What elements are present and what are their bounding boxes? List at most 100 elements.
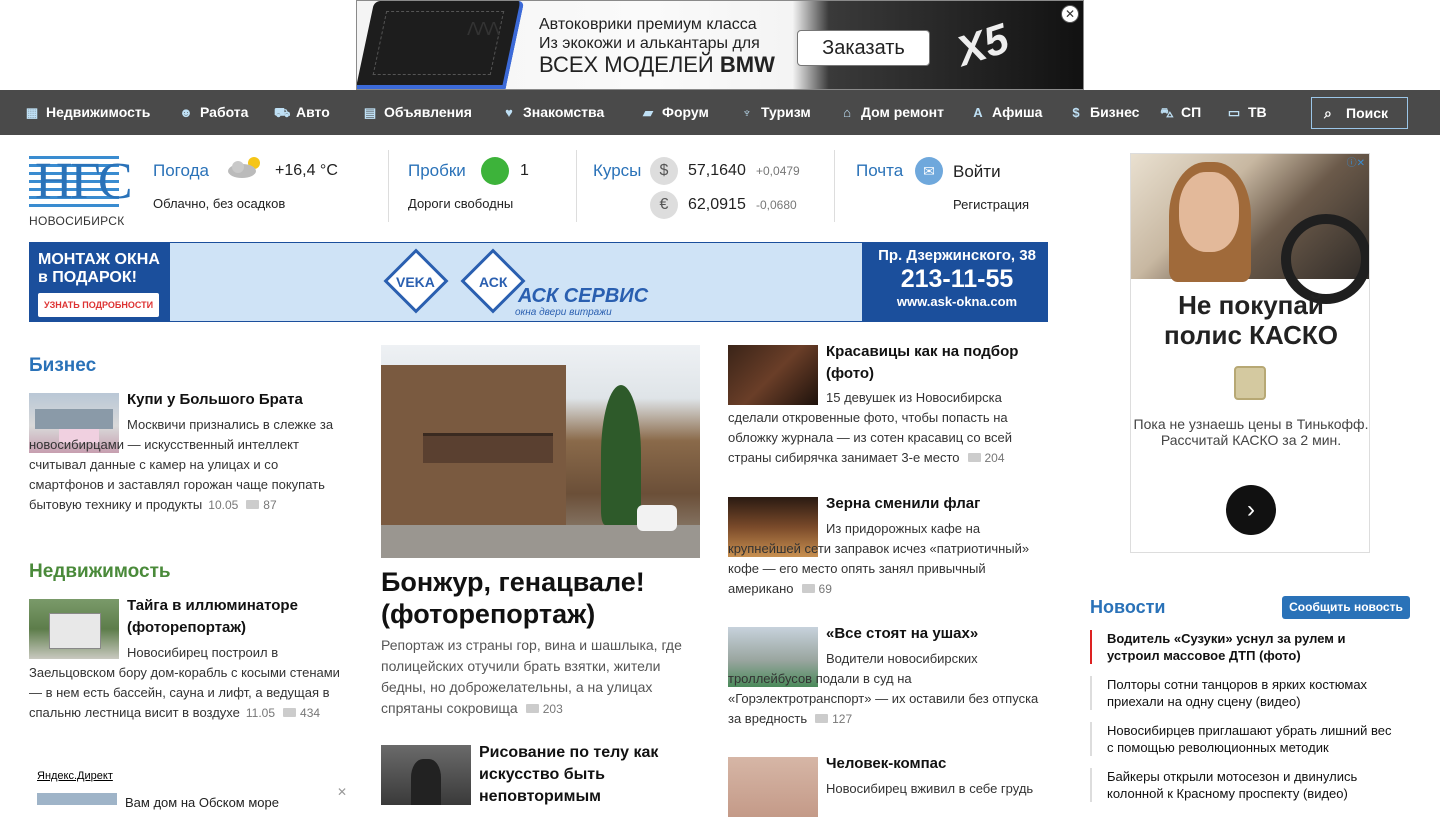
traffic-link[interactable]: Пробки [408,161,466,181]
nav-item-6[interactable]: ♆ Туризм [739,90,811,135]
worker-icon: ☻ [179,105,193,120]
tree-shape [601,385,641,525]
nav-item-11[interactable]: ▭ ТВ [1226,90,1267,135]
nav-item-0[interactable]: ▦ Недвижимость [24,90,150,135]
yandex-direct-label[interactable]: Яндекс.Директ [37,770,113,782]
business-comments[interactable]: 87 [263,498,276,512]
car-mat-image [357,1,525,89]
coin-icon: $ [1072,105,1080,120]
ad-site: www.ask-okna.com [896,294,1018,309]
story-comments[interactable]: 69 [819,582,832,596]
nav-item-9[interactable]: $ Бизнес [1068,90,1139,135]
balcony-shape [423,433,553,463]
woman-driver-image [1131,154,1369,304]
main-story-comments[interactable]: 203 [543,702,563,716]
business-section-title[interactable]: Бизнес [29,355,96,377]
direct-thumbnail[interactable] [37,793,117,805]
nav-item-1[interactable]: ☻ Работа [178,90,248,135]
ad-logo: ᐱᐱᐱ [467,19,500,39]
realty-comments[interactable]: 434 [300,706,320,720]
ad-brand: BMW [719,52,775,77]
realty-date: 11.05 [245,706,276,720]
comment-icon [815,714,829,723]
newspaper-icon: ▤ [363,105,377,120]
story-headline[interactable]: Красавицы как на подбор (фото) [826,341,1051,385]
story-headline[interactable]: «Все стоят на ушах» [826,623,1051,645]
business-text: Москвичи признались в слежке за новосиби… [29,415,349,515]
news-item[interactable]: Байкеры открыли мотосезон и двинулись ко… [1090,768,1400,802]
divider [834,150,835,222]
login-link[interactable]: Войти [953,162,1001,182]
business-date: 10.05 [208,498,239,512]
nav-item-2[interactable]: ⛟ Авто [274,90,330,135]
mail-link[interactable]: Почта [856,161,903,181]
ad-text: Автоковрики премиум класса Из экокожи и … [539,15,775,77]
news-section-title[interactable]: Новости [1090,597,1165,618]
story-comments[interactable]: 204 [985,451,1005,465]
ad-line-2: Из экокожи и алькантары для [539,35,760,52]
nav-item-5[interactable]: ▰ Форум [640,90,709,135]
second-story-headline[interactable]: Рисование по телу как искусство быть неп… [479,742,689,808]
story-text-body: Новосибирец вживил в себе грудь [826,781,1034,796]
ask-brand: АСК СЕРВИС [518,285,649,307]
nav-item-3[interactable]: ▤ Объявления [362,90,472,135]
main-story-headline[interactable]: Бонжур, генацвале! (фоторепортаж) [381,566,701,630]
close-icon[interactable]: ✕ [1061,5,1079,23]
top-banner-ad[interactable]: ᐱᐱᐱ Автоковрики премиум класса Из экокож… [356,0,1084,90]
windows-banner-ad[interactable]: МОНТАЖ ОКНА в ПОДАРОК! УЗНАТЬ ПОДРОБНОСТ… [29,242,1048,322]
city-name: НОВОСИБИРСК [29,214,125,228]
realty-section-title[interactable]: Недвижимость [29,561,171,583]
business-headline[interactable]: Купи у Большого Брата [127,389,347,411]
weather-link[interactable]: Погода [153,161,209,181]
story-comments[interactable]: 127 [832,712,852,726]
tv-icon: ▭ [1227,105,1241,120]
veka-label: VEKA [396,274,435,290]
ngs-logo[interactable]: НГС [29,154,133,210]
news-item[interactable]: Водитель «Сузуки» уснул за рулем и устро… [1090,630,1400,664]
realty-headline[interactable]: Тайга в иллюминаторе (фоторепортаж) [127,595,347,639]
main-nav: ▦ Недвижимость ☻ Работа ⛟ Авто ▤ Объявления ♥ Зна… [0,90,1440,135]
details-button[interactable]: УЗНАТЬ ПОДРОБНОСТИ [38,293,160,317]
dollar-icon: $ [650,157,678,185]
second-story-thumbnail[interactable] [381,745,471,805]
nav-item-8[interactable]: A Афиша [970,90,1042,135]
adchoices-icon[interactable]: ⓘ✕ [1347,154,1365,169]
logo-letters: НГС [35,153,133,210]
comment-icon [525,704,539,713]
order-button[interactable]: Заказать [797,30,930,66]
report-news-button[interactable]: Сообщить новость [1282,596,1410,619]
comment-icon [283,708,297,717]
close-icon[interactable]: ✕ [337,785,347,799]
model-badge: X5 [950,14,1015,75]
usd-rate: 57,1640 [688,162,746,179]
palm-icon: ♆ [742,105,752,120]
traffic-desc: Дороги свободны [408,196,514,211]
car-icon: ⛟ [274,105,291,120]
nav-item-4[interactable]: ♥ Знакомства [501,90,604,135]
euro-icon: € [650,191,678,219]
traffic-indicator-icon [481,157,509,185]
story-headline[interactable]: Зерна сменили флаг [826,493,1051,515]
ad-description: Пока не узнаешь цены в Тинькофф. Рассчит… [1133,416,1369,448]
side-banner-ad[interactable]: ⓘ✕ Не покупай полис КАСКО Пока не узнаешь… [1130,153,1370,553]
nav-item-7[interactable]: ⌂ Дом ремонт [839,90,944,135]
nav-item-label: Афиша [992,104,1043,120]
news-item[interactable]: Новосибирцев приглашают убрать лишний ве… [1090,722,1400,756]
main-story-text: Репортаж из страны гор, вина и шашлыка, … [381,635,706,720]
rates-link[interactable]: Курсы [593,161,641,181]
news-item[interactable]: Полторы сотни танцоров в ярких костюмах … [1090,676,1400,710]
search-button[interactable]: ⌕ Поиск [1311,97,1408,129]
ad-headline-1: Не покупай [1178,290,1324,320]
ad-headline-2: полис КАСКО [1164,320,1338,350]
building-icon: ▦ [25,105,39,120]
search-label: Поиск [1346,105,1389,121]
tinkoff-crest-icon [1234,366,1266,400]
register-link[interactable]: Регистрация [953,197,1029,212]
ad-contacts: Пр. Дзержинского, 38 213-11-55 www.ask-o… [868,247,1046,309]
story-headline[interactable]: Человек-компас [826,753,1051,775]
comment-icon [967,453,981,462]
main-story-photo[interactable] [381,345,700,558]
nav-item-10[interactable]: ⛍ СП [1159,90,1201,135]
nav-item-label: Недвижимость [46,104,151,120]
chevron-right-icon[interactable]: › [1226,485,1276,535]
